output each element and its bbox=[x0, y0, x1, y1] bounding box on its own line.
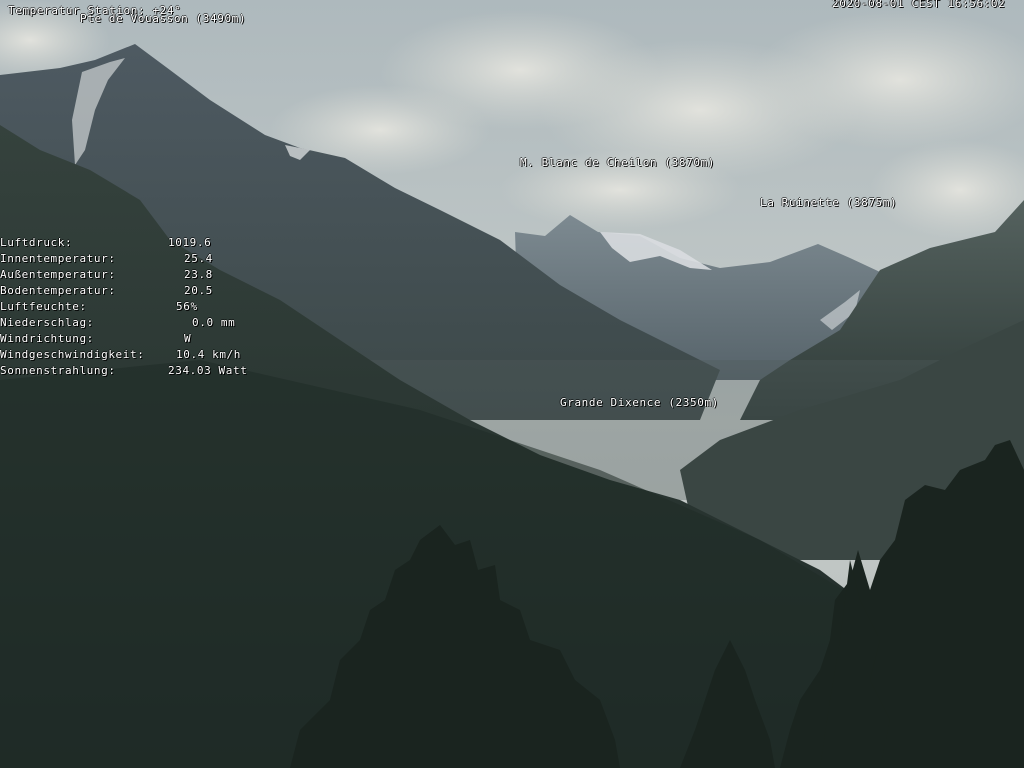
weather-value: 20.5 bbox=[184, 284, 213, 297]
weather-value: 1019.6 bbox=[168, 236, 212, 249]
weather-value: 23.8 bbox=[184, 268, 213, 281]
timestamp: 2020-08-01 CEST 16:56:02 bbox=[832, 0, 1006, 10]
weather-value: 25.4 bbox=[184, 252, 213, 265]
weather-label: Bodentemperatur: bbox=[0, 284, 116, 297]
weather-row-outdoor-temperature: Außentemperatur: 23.8 bbox=[0, 269, 270, 285]
weather-row-wind-direction: Windrichtung: W bbox=[0, 333, 270, 349]
peak-label-la-ruinette: La Ruinette (3875m) bbox=[760, 196, 898, 209]
mountain-landscape-image bbox=[0, 0, 1024, 768]
weather-label: Luftdruck: bbox=[0, 236, 73, 249]
weather-value: 10.4 km/h bbox=[176, 348, 242, 361]
weather-row-indoor-temperature: Innentemperatur: 25.4 bbox=[0, 253, 270, 269]
weather-row-ground-temperature: Bodentemperatur: 20.5 bbox=[0, 285, 270, 301]
weather-row-pressure: Luftdruck: 1019.6 bbox=[0, 237, 270, 253]
webcam-frame: Temperatur Station: +24° 2020-08-01 CEST… bbox=[0, 0, 1024, 768]
weather-row-precipitation: Niederschlag: 0.0 mm bbox=[0, 317, 270, 333]
weather-label: Windrichtung: bbox=[0, 332, 94, 345]
weather-row-wind-speed: Windgeschwindigkeit: 10.4 km/h bbox=[0, 349, 270, 365]
peak-label-pte-de-vouasson: Pte de Vouasson (3490m) bbox=[80, 12, 247, 25]
weather-value: 0.0 mm bbox=[192, 316, 236, 329]
weather-label: Windgeschwindigkeit: bbox=[0, 348, 145, 361]
weather-value: W bbox=[184, 332, 192, 345]
weather-label: Luftfeuchte: bbox=[0, 300, 87, 313]
weather-label: Innentemperatur: bbox=[0, 252, 116, 265]
weather-row-humidity: Luftfeuchte: 56% bbox=[0, 301, 270, 317]
weather-label: Sonnenstrahlung: bbox=[0, 364, 116, 377]
weather-value: 56% bbox=[176, 300, 198, 313]
weather-row-solar-radiation: Sonnenstrahlung: 234.03 Watt bbox=[0, 365, 270, 381]
peak-label-grande-dixence: Grande Dixence (2350m) bbox=[560, 396, 719, 409]
weather-label: Niederschlag: bbox=[0, 316, 94, 329]
weather-label: Außentemperatur: bbox=[0, 268, 116, 281]
weather-value: 234.03 Watt bbox=[168, 364, 248, 377]
peak-label-mont-blanc-de-cheilon: M. Blanc de Cheilon (3870m) bbox=[520, 156, 716, 169]
